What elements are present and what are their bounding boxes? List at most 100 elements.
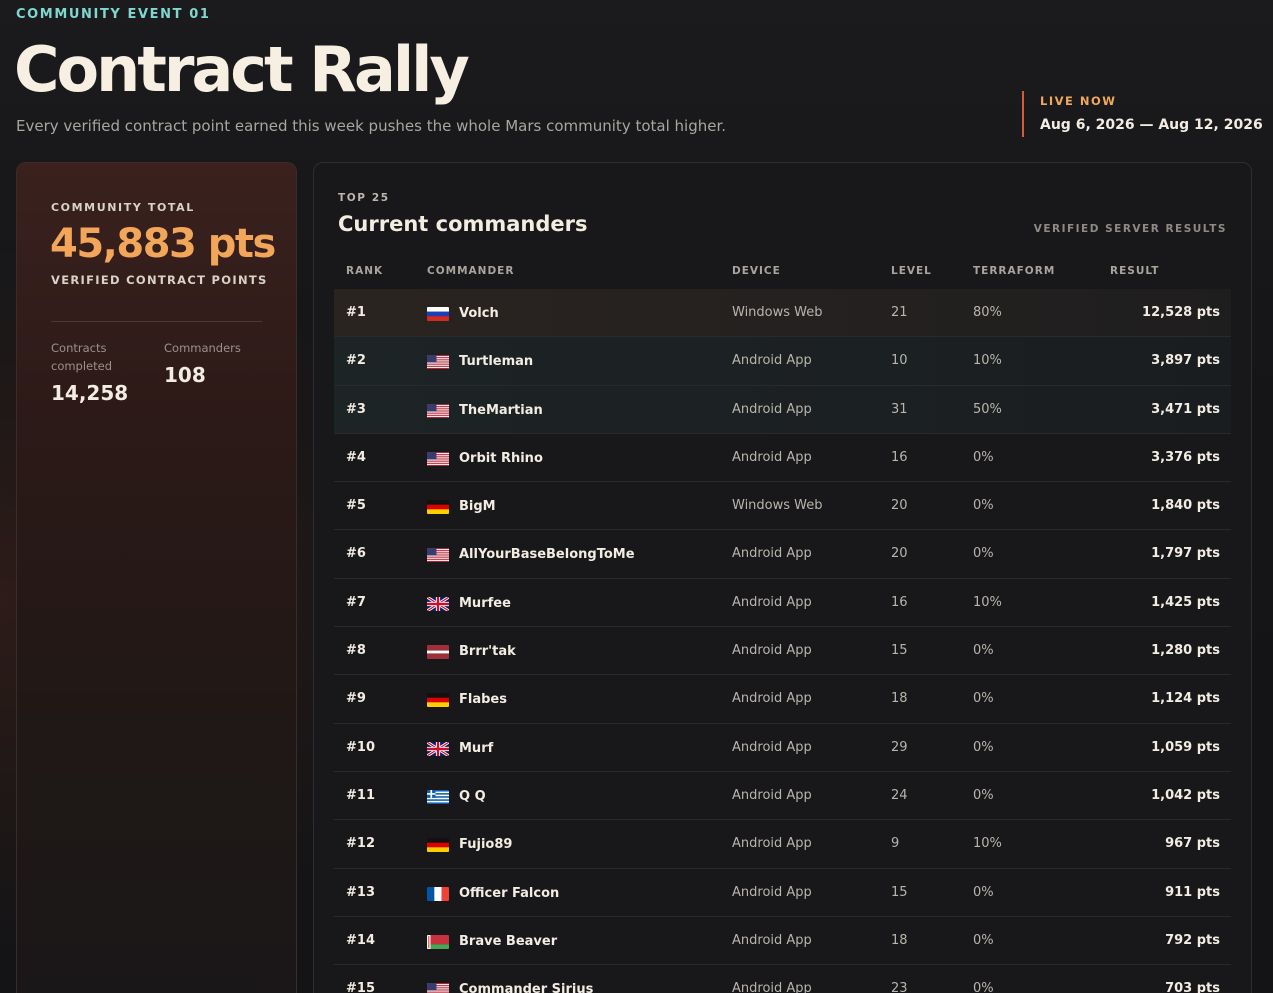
device-cell: Android App [732, 739, 812, 755]
terraform-cell: 0% [973, 546, 994, 562]
commander-name[interactable]: AllYourBaseBelongToMe [459, 547, 635, 562]
commander-name[interactable]: Murfee [459, 596, 511, 611]
device-cell: Android App [732, 643, 812, 659]
commander-name[interactable]: Murf [459, 741, 493, 756]
terraform-cell: 50% [973, 401, 1002, 417]
column-result[interactable]: RESULT [1110, 265, 1159, 277]
level-cell: 23 [891, 981, 908, 993]
rank-cell: #6 [346, 546, 366, 562]
terraform-cell: 0% [973, 981, 994, 993]
device-cell: Android App [732, 353, 812, 369]
rank-cell: #14 [346, 932, 375, 948]
level-cell: 31 [891, 401, 908, 417]
result-cell: 703 pts [1165, 981, 1220, 993]
flag-gb-icon [427, 741, 449, 756]
rank-cell: #9 [346, 691, 366, 707]
table-row[interactable]: #9 Flabes Android App 18 0% 1,124 pts [334, 675, 1231, 724]
result-cell: 3,471 pts [1151, 401, 1220, 417]
rank-cell: #11 [346, 787, 375, 803]
table-row[interactable]: #11 Q Q Android App 24 0% 1,042 pts [334, 772, 1231, 821]
commanders-stat: Commanders 108 [164, 339, 241, 387]
table-row[interactable]: #8 Brrr'tak Android App 15 0% 1,280 pts [334, 627, 1231, 676]
terraform-cell: 0% [973, 884, 994, 900]
table-row[interactable]: #5 BigM Windows Web 20 0% 1,840 pts [334, 482, 1231, 531]
rank-cell: #13 [346, 884, 375, 900]
level-cell: 10 [891, 353, 908, 369]
leaderboard-rows: #1 Volch Windows Web 21 80% 12,528 pts #2 Turtl… [334, 289, 1231, 993]
flag-us-icon [427, 403, 449, 418]
commander-name[interactable]: Volch [459, 306, 499, 321]
column-level[interactable]: LEVEL [891, 265, 932, 277]
commander-name[interactable]: Flabes [459, 692, 507, 707]
flag-ru-icon [427, 307, 449, 321]
terraform-cell: 10% [973, 594, 1002, 610]
terraform-cell: 0% [973, 787, 994, 803]
divider [51, 321, 262, 322]
commander-name[interactable]: Officer Falcon [459, 886, 559, 901]
commander-name[interactable]: Brrr'tak [459, 644, 516, 659]
panel-note: VERIFIED SERVER RESULTS [1033, 223, 1227, 235]
commander-name[interactable]: BigM [459, 499, 496, 514]
table-row[interactable]: #2 Turtleman Android App 10 10% 3,897 pts [334, 337, 1231, 386]
level-cell: 15 [891, 643, 908, 659]
terraform-cell: 0% [973, 643, 994, 659]
terraform-cell: 0% [973, 498, 994, 514]
commander-name[interactable]: TheMartian [459, 403, 543, 418]
table-row[interactable]: #4 Orbit Rhino Android App 16 0% 3,376 pts [334, 434, 1231, 483]
flag-us-icon [427, 355, 449, 370]
flag-gb-icon [427, 596, 449, 611]
result-cell: 1,059 pts [1151, 739, 1220, 755]
commander-name[interactable]: Fujio89 [459, 837, 512, 852]
table-row[interactable]: #15 Commander Sirius Android App 23 0% 703 pt… [334, 965, 1231, 993]
device-cell: Android App [732, 836, 812, 852]
rank-cell: #1 [346, 305, 366, 320]
result-cell: 3,897 pts [1151, 353, 1220, 369]
column-device[interactable]: DEVICE [732, 265, 781, 277]
commander-name[interactable]: Q Q [459, 789, 486, 804]
leaderboard-panel: TOP 25 Current commanders VERIFIED SERVE… [313, 162, 1252, 993]
live-status: LIVE NOW Aug 6, 2026 — Aug 12, 2026 [1022, 91, 1263, 137]
live-label: LIVE NOW [1040, 94, 1117, 108]
result-cell: 12,528 pts [1142, 305, 1220, 320]
device-cell: Android App [732, 691, 812, 707]
table-row[interactable]: #1 Volch Windows Web 21 80% 12,528 pts [334, 289, 1231, 338]
level-cell: 20 [891, 498, 908, 514]
column-terraform[interactable]: TERRAFORM [973, 265, 1055, 277]
table-row[interactable]: #7 Murfee Android App 16 10% 1,425 pts [334, 579, 1231, 628]
community-total-card: COMMUNITY TOTAL 45,883 pts VERIFIED CONT… [16, 162, 297, 993]
result-cell: 1,042 pts [1151, 787, 1220, 803]
community-total-label: COMMUNITY TOTAL [51, 201, 195, 214]
table-row[interactable]: #6 AllYourBaseBelongToMe Android App 20 0% 1,… [334, 530, 1231, 579]
level-cell: 29 [891, 739, 908, 755]
column-commander[interactable]: COMMANDER [427, 265, 514, 277]
commander-name[interactable]: Orbit Rhino [459, 451, 543, 466]
device-cell: Android App [732, 981, 812, 993]
column-rank[interactable]: RANK [346, 265, 383, 277]
contracts-stat: Contracts completed 14,258 [51, 339, 128, 405]
level-cell: 21 [891, 305, 908, 320]
table-row[interactable]: #10 Murf Android App 29 0% 1,059 pts [334, 724, 1231, 772]
event-eyebrow: COMMUNITY EVENT 01 [16, 7, 211, 22]
rank-cell: #8 [346, 643, 366, 659]
rank-cell: #15 [346, 981, 375, 993]
result-cell: 1,124 pts [1151, 691, 1220, 707]
table-row[interactable]: #14 Brave Beaver Android App 18 0% 792 pts [334, 917, 1231, 966]
commander-name[interactable]: Turtleman [459, 354, 533, 369]
flag-de-icon [427, 693, 449, 708]
commanders-value: 108 [164, 363, 206, 387]
table-row[interactable]: #13 Officer Falcon Android App 15 0% 911 pts [334, 869, 1231, 917]
panel-title: Current commanders [338, 212, 588, 236]
commander-name[interactable]: Brave Beaver [459, 934, 557, 949]
table-row[interactable]: #3 TheMartian Android App 31 50% 3,471 pts [334, 385, 1231, 434]
table-row[interactable]: #12 Fujio89 Android App 9 10% 967 pts [334, 820, 1231, 869]
community-total-sub: VERIFIED CONTRACT POINTS [51, 273, 268, 287]
result-cell: 1,280 pts [1151, 643, 1220, 659]
community-total-value: 45,883 pts [50, 221, 276, 267]
terraform-cell: 0% [973, 739, 994, 755]
commander-name[interactable]: Commander Sirius [459, 982, 593, 993]
level-cell: 20 [891, 546, 908, 562]
rank-cell: #7 [346, 594, 366, 610]
result-cell: 3,376 pts [1151, 449, 1220, 465]
result-cell: 1,840 pts [1151, 498, 1220, 514]
flag-by-icon [427, 934, 449, 949]
